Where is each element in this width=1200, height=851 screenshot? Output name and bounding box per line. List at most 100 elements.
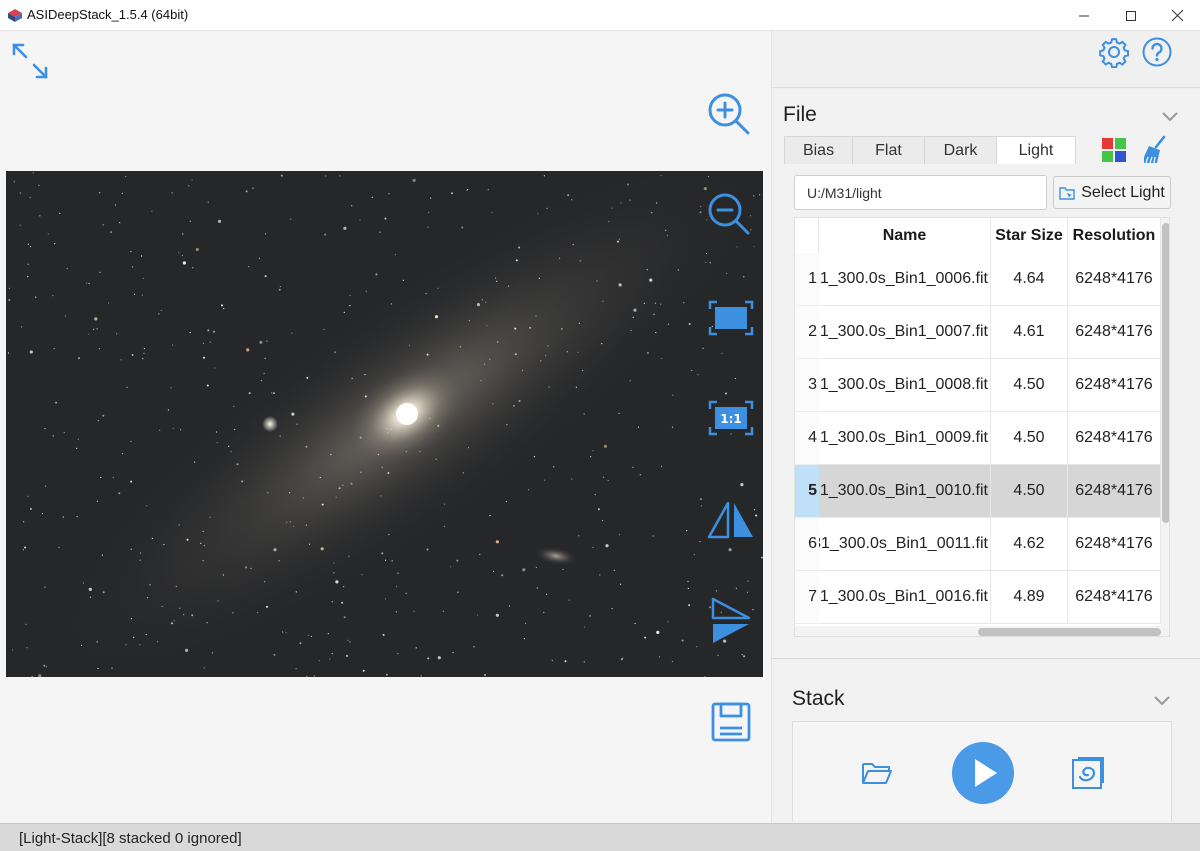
expand-icon [12,43,48,79]
start-stack-button[interactable] [951,741,1015,805]
maximize-button[interactable] [1108,0,1154,31]
star-size-cell: 4.89 [991,571,1068,624]
resolution-cell: 6248*4176 [1068,412,1161,465]
star-size-cell: 4.50 [991,359,1068,412]
table-row[interactable]: 4M31_300.0s_Bin1_0009.fit4.506248*4176 [795,412,1161,465]
resolution-cell: 6248*4176 [1068,253,1161,306]
settings-button[interactable] [1097,35,1131,69]
row-number: 5 [795,465,819,518]
row-number: 3 [795,359,819,412]
chevron-down-icon[interactable] [1152,693,1172,707]
maximize-icon [1126,10,1136,21]
flip-horizontal-button[interactable] [706,495,756,545]
gear-icon [1099,37,1129,68]
tab-bias[interactable]: Bias [784,136,853,164]
zoom-in-button[interactable] [704,89,754,139]
star-size-cell: 4.64 [991,253,1068,306]
folder-open-icon [862,763,892,784]
flip-vertical-button[interactable] [706,596,756,646]
stack-controls [792,721,1172,821]
expand-button[interactable] [5,36,55,86]
play-icon [952,742,1014,804]
file-name-cell: M31_300.0s_Bin1_0009.fit [819,412,991,465]
horizontal-scrollbar[interactable] [795,626,1161,636]
table-row[interactable]: 7M31_300.0s_Bin1_0016.fit4.896248*4176 [795,571,1161,624]
status-text: [Light-Stack][8 stacked 0 ignored] [19,830,242,847]
tab-light[interactable]: Light [996,136,1076,164]
flip-horizontal-icon [707,501,753,539]
minimize-button[interactable] [1061,0,1107,31]
horizontal-scroll-thumb[interactable] [978,628,1161,636]
vertical-scrollbar[interactable] [1161,218,1169,636]
file-name-cell: M31_300.0s_Bin1_0010.fit [819,465,991,518]
close-icon [1171,10,1183,21]
open-folder-button[interactable] [857,756,897,790]
light-path-input[interactable]: U:/M31/light [794,175,1047,210]
file-type-tabs: Bias Flat Dark Light [784,136,1076,164]
fit-window-icon [708,300,754,336]
file-name-cell: M31_300.0s_Bin1_0016.fit [819,571,991,624]
row-number: 7 [795,571,819,624]
star-size-cell: 4.50 [991,465,1068,518]
status-bar: [Light-Stack][8 stacked 0 ignored] [0,823,1200,851]
row-number: 6 [795,518,819,571]
resolution-cell: 6248*4176 [1068,359,1161,412]
file-name-cell: M31_300.0s_Bin1_0006.fit [819,253,991,306]
column-header-resolution[interactable]: Resolution [1068,218,1161,253]
resolution-cell: 6248*4176 [1068,518,1161,571]
resolution-cell: 6248*4176 [1068,465,1161,518]
color-channel-button[interactable] [1097,133,1131,167]
row-number: 1 [795,253,819,306]
row-number: 4 [795,412,819,465]
zoom-out-button[interactable] [704,189,754,239]
title-bar: ASIDeepStack_1.5.4 (64bit) [0,0,1200,31]
zoom-in-icon [708,93,750,135]
resolution-cell: 6248*4176 [1068,306,1161,359]
actual-size-label: 1:1 [720,412,742,426]
table-row[interactable]: 1M31_300.0s_Bin1_0006.fit4.646248*4176 [795,253,1161,306]
file-name-cell: M31_300.0s_Bin1_0011.fit [819,518,991,571]
star-size-cell: 4.61 [991,306,1068,359]
zoom-out-icon [708,193,750,235]
light-frames-table: Name Star Size Resolution 1M31_300.0s_Bi… [794,217,1170,637]
vertical-scroll-thumb[interactable] [1162,223,1169,523]
column-header-star-size[interactable]: Star Size [991,218,1068,253]
star-size-cell: 4.50 [991,412,1068,465]
star-size-cell: 4.62 [991,518,1068,571]
color-grid-icon [1102,138,1126,162]
save-button[interactable] [706,697,756,747]
table-row[interactable]: 2M31_300.0s_Bin1_0007.fit4.616248*4176 [795,306,1161,359]
stacked-result-button[interactable] [1069,754,1107,792]
window-title: ASIDeepStack_1.5.4 (64bit) [27,7,189,22]
select-light-button[interactable]: Select Light [1053,176,1171,209]
file-name-cell: M31_300.0s_Bin1_0008.fit [819,359,991,412]
save-icon [711,702,751,742]
close-button[interactable] [1154,0,1200,31]
app-logo-icon [8,9,22,22]
table-row[interactable]: 6M31_300.0s_Bin1_0011.fit4.626248*4176 [795,518,1161,571]
astro-image[interactable] [6,171,763,677]
galaxy-frame-icon [1072,757,1104,789]
panel-toolbar [772,31,1200,88]
help-icon [1142,37,1172,67]
image-viewer: 1:1 [0,31,771,823]
actual-size-button[interactable]: 1:1 [706,393,756,443]
galaxy-image [7,171,763,677]
right-panel: File Bias Flat Dark Light U:/M31/light S… [771,31,1200,823]
file-section-title: File [783,103,817,126]
table-row[interactable]: 5M31_300.0s_Bin1_0010.fit4.506248*4176 [795,465,1161,518]
resolution-cell: 6248*4176 [1068,571,1161,624]
folder-select-icon [1059,186,1075,200]
help-button[interactable] [1140,35,1174,69]
row-number-header [795,218,819,253]
clear-list-button[interactable] [1138,133,1172,167]
stack-section: Stack [772,660,1200,823]
fit-window-button[interactable] [706,293,756,343]
column-header-name[interactable]: Name [819,218,991,253]
chevron-down-icon[interactable] [1160,109,1180,123]
stack-section-title: Stack [792,687,845,710]
broom-icon [1144,135,1166,164]
table-row[interactable]: 3M31_300.0s_Bin1_0008.fit4.506248*4176 [795,359,1161,412]
tab-dark[interactable]: Dark [924,136,997,164]
tab-flat[interactable]: Flat [852,136,925,164]
